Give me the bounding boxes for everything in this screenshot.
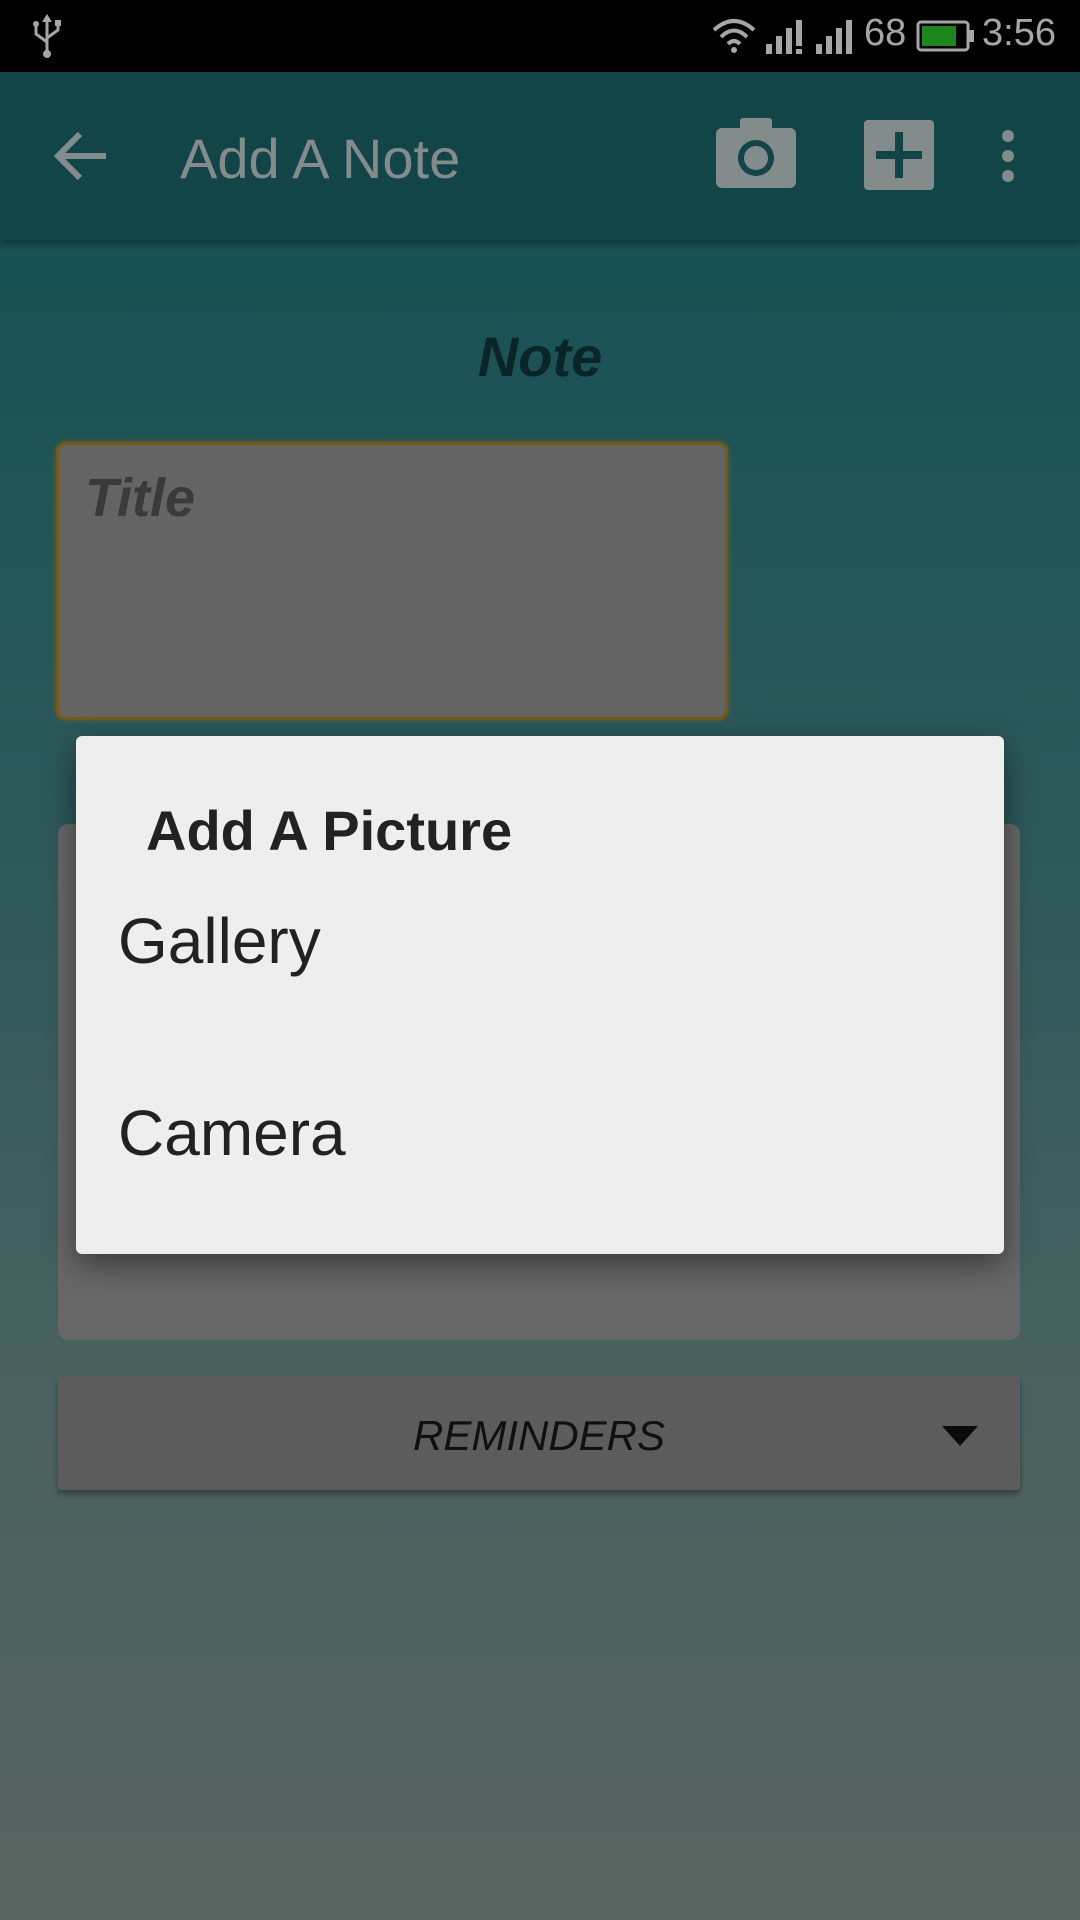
- option-gallery[interactable]: Gallery: [118, 886, 978, 996]
- option-camera[interactable]: Camera: [118, 1078, 978, 1188]
- add-picture-dialog: Add A Picture Gallery Camera: [76, 736, 1004, 1254]
- dialog-title: Add A Picture: [146, 799, 513, 862]
